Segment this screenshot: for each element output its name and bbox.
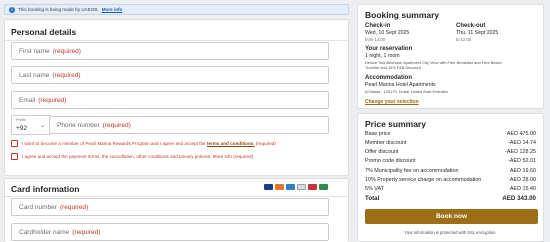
first-name-field[interactable]: First name (required) — [11, 42, 329, 60]
card-information-section: Card information Card number (required) … — [4, 178, 349, 242]
required-marker: (required) — [255, 141, 276, 146]
email-field[interactable]: Email (required) — [11, 91, 329, 109]
personal-details-title: Personal details — [11, 27, 77, 37]
checkout-date: Thu, 11 Sept 2025 — [456, 30, 499, 36]
price-row-label: Offer discount — [365, 149, 399, 155]
terms-link[interactable]: terms and conditions. — [207, 141, 255, 146]
card-information-title: Card information — [11, 184, 80, 194]
email-placeholder: Email — [19, 96, 36, 104]
chevron-down-icon: ⌄ — [40, 123, 45, 129]
card-number-field[interactable]: Card number (required) — [11, 198, 329, 216]
payment-consent-row: I agree and accept the payment terms, th… — [11, 153, 253, 160]
price-row: Offer discount -AED 128.25 — [365, 149, 536, 155]
book-now-button[interactable]: Book now — [365, 209, 538, 224]
accommodation-label: Accommodation — [365, 75, 413, 81]
price-row-value: AED 475.00 — [506, 131, 536, 137]
required-marker: (required) — [38, 96, 67, 104]
payment-consent-text: I agree and accept the payment terms, th… — [22, 154, 253, 159]
price-row-label: Base price — [365, 131, 391, 137]
phone-field[interactable]: Phone number (required) — [49, 116, 329, 134]
checkin-date: Wed, 10 Sept 2025 — [365, 30, 410, 36]
change-selection-link[interactable]: Change your selection — [365, 99, 419, 105]
required-marker: (required) — [72, 228, 101, 236]
checkin-time: from 14:00 — [365, 37, 386, 42]
info-icon: i — [9, 6, 15, 13]
price-row-value: AED 28.00 — [509, 177, 536, 183]
divider — [5, 196, 348, 197]
price-row: Promo code discount -AED 52.01 — [365, 158, 536, 164]
total-label: Total — [365, 195, 380, 202]
hotel-name: Pearl Marina Hotel Apartments — [365, 82, 436, 88]
price-row-value: AED 15.40 — [509, 186, 536, 192]
hotel-address: Al Marsa , 125179, Dubai, United Arab Em… — [365, 89, 448, 94]
last-name-placeholder: Last name — [19, 71, 50, 79]
price-row-label: 7% Municipality fee on accommodation — [365, 168, 459, 174]
diners-icon — [297, 184, 306, 190]
prefix-label: Prefix — [16, 118, 26, 122]
visa-icon — [264, 184, 273, 190]
checkin-label: Check-in — [365, 23, 391, 29]
personal-details-section: Personal details First name (required) L… — [4, 19, 349, 176]
price-row-value: -AED 14.74 — [508, 140, 536, 146]
price-row: 7% Municipality fee on accommodation AED… — [365, 168, 536, 174]
unionpay-icon — [308, 184, 317, 190]
payment-consent-label: I agree and accept the payment terms, th… — [22, 154, 232, 159]
price-row: 5% VAT AED 15.40 — [365, 186, 536, 192]
checkout-time: to 12:00 — [456, 37, 472, 42]
prefix-value: +92 — [16, 125, 28, 132]
price-row: 10% Property service charge on accommoda… — [365, 177, 536, 183]
required-marker: (required) — [102, 121, 131, 129]
booking-summary-panel: Booking summary Check-in Wed, 10 Sept 20… — [357, 4, 544, 109]
notice-text: This booking is being made by UAEOB. — [18, 7, 99, 12]
more-info-link[interactable]: More info — [102, 7, 123, 12]
price-row-value: AED 19.60 — [509, 168, 536, 174]
reservation-value: 1 night, 1 room — [365, 53, 400, 59]
required-marker: (required) — [52, 47, 81, 55]
amex-icon — [286, 184, 295, 190]
booking-notice: i This booking is being made by UAEOB. M… — [4, 4, 349, 15]
total-row: Total AED 343.00 — [365, 195, 536, 202]
cardholder-name-field[interactable]: Cardholder name (required) — [11, 223, 329, 241]
required-marker: (required) — [59, 203, 89, 211]
rewards-consent-text: I want to become a member of Pearl Marin… — [22, 141, 276, 146]
divider — [5, 40, 348, 41]
phone-prefix-select[interactable]: Prefix +92 ⌄ — [11, 115, 51, 135]
phone-placeholder: Phone number — [57, 121, 100, 129]
required-marker: (required) — [233, 154, 254, 159]
price-row-label: Member discount — [365, 140, 407, 146]
last-name-field[interactable]: Last name (required) — [11, 66, 329, 84]
mastercard-icon — [275, 184, 284, 190]
price-row-label: 5% VAT — [365, 186, 384, 192]
card-number-placeholder: Card number — [19, 203, 57, 211]
price-row-label: Promo code discount — [365, 158, 416, 164]
price-row: Member discount -AED 14.74 — [365, 140, 536, 146]
price-row-label: 10% Property service charge on accommoda… — [365, 177, 482, 183]
price-row-value: -AED 128.25 — [505, 149, 536, 155]
payment-consent-checkbox[interactable] — [11, 153, 18, 160]
booking-summary-title: Booking summary — [365, 10, 440, 20]
reservation-label: Your reservation — [365, 46, 413, 52]
price-summary-panel: Price summary Base price AED 475.00 Memb… — [357, 113, 544, 242]
required-marker: (required) — [52, 71, 81, 79]
total-value: AED 343.00 — [502, 195, 536, 202]
price-summary-title: Price summary — [365, 119, 426, 129]
checkout-label: Check-out — [456, 23, 486, 29]
price-row: Base price AED 475.00 — [365, 131, 536, 137]
jcb-icon — [319, 184, 328, 190]
ssl-notice: Your information is protected with SSL e… — [404, 230, 497, 235]
rewards-consent-label: I want to become a member of Pearl Marin… — [22, 141, 206, 146]
rewards-consent-row: I want to become a member of Pearl Marin… — [11, 140, 276, 147]
cardholder-placeholder: Cardholder name — [19, 228, 70, 236]
price-row-value: -AED 52.01 — [508, 158, 536, 164]
room-description-line2: Transfer and 15% F&B Discount — [365, 65, 421, 70]
accepted-cards — [264, 184, 328, 190]
first-name-placeholder: First name — [19, 47, 50, 55]
rewards-consent-checkbox[interactable] — [11, 140, 18, 147]
